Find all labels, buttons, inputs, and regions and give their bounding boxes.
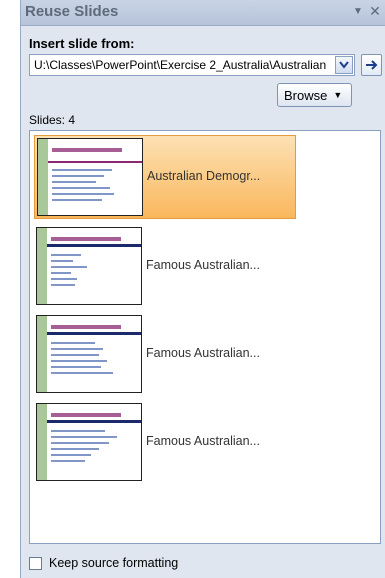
reuse-slides-pane: Reuse Slides ▼ ✕ Insert slide from: Brow… <box>20 0 385 578</box>
slides-count: Slides: 4 <box>29 113 76 127</box>
pane-options-icon[interactable]: ▼ <box>352 6 364 18</box>
file-path-combo[interactable] <box>29 54 355 76</box>
browse-button[interactable]: Browse ▼ <box>277 83 352 107</box>
slide-thumbnail <box>36 403 142 481</box>
go-button[interactable] <box>361 54 382 76</box>
arrow-right-icon <box>365 60 377 70</box>
file-path-input[interactable] <box>30 55 334 75</box>
dropdown-arrow-icon: ▼ <box>333 90 343 100</box>
slide-title: Famous Australian... <box>146 258 260 272</box>
slide-item-4[interactable]: Famous Australian... <box>34 401 296 485</box>
browse-label: Browse <box>284 87 328 103</box>
keep-source-formatting-checkbox[interactable] <box>29 556 42 570</box>
slide-thumbnail <box>36 315 142 393</box>
slide-title: Famous Australian... <box>146 346 260 360</box>
slide-thumbnail <box>37 138 143 216</box>
slide-item-2[interactable]: Famous Australian... <box>34 225 296 309</box>
insert-slide-from-label: Insert slide from: <box>29 36 135 51</box>
path-dropdown-button[interactable] <box>335 56 353 74</box>
pane-titlebar: Reuse Slides ▼ ✕ <box>21 0 385 26</box>
close-icon[interactable]: ✕ <box>368 4 382 18</box>
slide-title: Australian Demogr... <box>147 169 261 183</box>
chevron-down-icon <box>339 61 349 69</box>
keep-source-formatting-row[interactable]: Keep source formatting <box>29 556 178 570</box>
keep-source-formatting-label: Keep source formatting <box>49 556 179 570</box>
pane-title: Reuse Slides <box>25 3 119 20</box>
slide-title: Famous Australian... <box>146 434 260 448</box>
slide-thumbnail <box>36 227 142 305</box>
slides-list: Australian Demogr... Famous Australian..… <box>29 130 381 544</box>
slide-item-1[interactable]: Australian Demogr... <box>34 135 296 219</box>
slide-item-3[interactable]: Famous Australian... <box>34 313 296 397</box>
